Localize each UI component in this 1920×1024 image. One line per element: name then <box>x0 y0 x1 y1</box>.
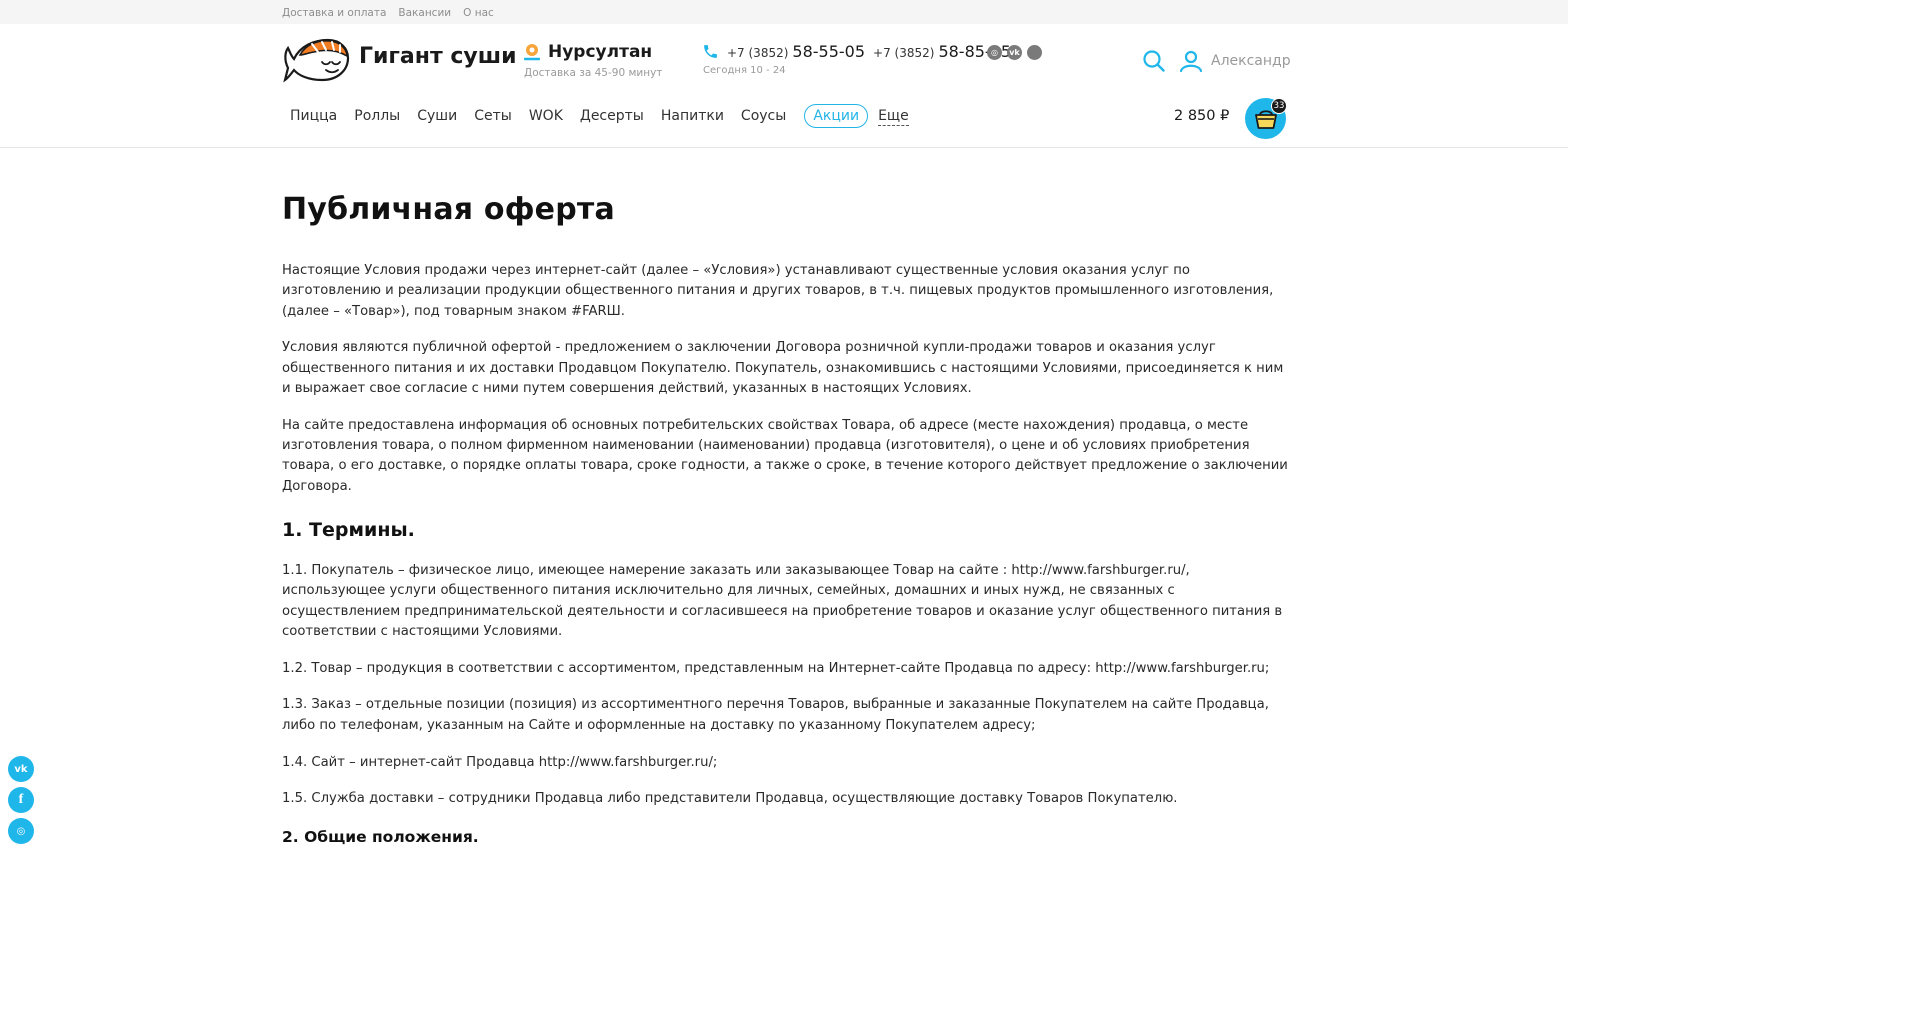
nav-item-sauces[interactable]: Соусы <box>733 105 794 127</box>
user-name: Александр <box>1211 53 1291 69</box>
search-icon[interactable] <box>1142 49 1166 73</box>
top-bar: Доставка и оплата Вакансии О нас <box>0 0 1568 24</box>
top-link-delivery[interactable]: Доставка и оплата <box>282 7 386 19</box>
intro-paragraph-2: Условия являются публичной офертой - пре… <box>282 340 1284 396</box>
nav-item-more[interactable]: Еще <box>878 107 909 126</box>
nav-item-sets[interactable]: Сеты <box>466 105 520 127</box>
phone-block: +7 (3852) 58-55-05 +7 (3852) 58-85-05 Се… <box>702 42 1015 76</box>
user-account[interactable]: Александр <box>1179 49 1291 73</box>
term-1-1: 1.1. Покупатель – физическое лицо, имеющ… <box>282 562 1283 639</box>
cart-count-badge: 33 <box>1271 98 1287 114</box>
vk-icon[interactable]: vk <box>8 756 34 782</box>
phone-1-number[interactable]: 58-55-05 <box>792 42 865 61</box>
nav-item-sushi[interactable]: Суши <box>409 105 465 127</box>
nav-item-rolls[interactable]: Роллы <box>346 105 408 127</box>
term-1-5: 1.5. Служба доставки – сотрудники Продав… <box>282 791 1178 807</box>
section-heading-terms: 1. Термины. <box>282 518 415 541</box>
nav-item-promo[interactable]: Акции <box>804 104 869 128</box>
nav-item-drinks[interactable]: Напитки <box>653 105 732 127</box>
top-links: Доставка и оплата Вакансии О нас <box>282 7 494 19</box>
term-1-3: 1.3. Заказ – отдельные позиции (позиция)… <box>282 697 1269 733</box>
main-content: Публичная оферта Настоящие Условия прода… <box>282 192 1288 846</box>
logo-fish-icon[interactable] <box>282 38 350 84</box>
instagram-icon[interactable]: ◎ <box>8 818 34 844</box>
circle-icon[interactable] <box>1027 45 1042 60</box>
header: Гигант суши Нурсултан Доставка за 45-90 … <box>0 24 1568 148</box>
floating-socials: vk f ◎ <box>8 756 34 844</box>
top-socials: ◎ vk <box>987 45 1042 60</box>
nav-item-desserts[interactable]: Десерты <box>572 105 652 127</box>
brand-name[interactable]: Гигант суши <box>359 44 517 69</box>
term-1-4: 1.4. Сайт – интернет-сайт Продавца http:… <box>282 754 718 770</box>
location-pin-icon <box>524 44 540 61</box>
nav-item-wok[interactable]: WOK <box>521 105 571 127</box>
nav-item-pizza[interactable]: Пицца <box>282 105 345 127</box>
phone-icon <box>704 45 717 58</box>
main-nav: Пицца Роллы Суши Сеты WOK Десерты Напитк… <box>282 104 910 128</box>
city-name: Нурсултан <box>548 42 653 62</box>
instagram-icon[interactable]: ◎ <box>987 45 1002 60</box>
delivery-time: Доставка за 45-90 минут <box>524 67 663 79</box>
term-1-2: 1.2. Товар – продукция в соответствии с … <box>282 660 1270 676</box>
working-hours: Сегодня 10 - 24 <box>703 65 786 76</box>
user-icon <box>1179 50 1203 73</box>
phone-1-prefix[interactable]: +7 (3852) <box>727 46 788 60</box>
intro-paragraph-1: Настоящие Условия продажи через интернет… <box>282 263 1274 319</box>
phone-2-prefix[interactable]: +7 (3852) <box>873 46 934 60</box>
top-link-about[interactable]: О нас <box>463 7 494 19</box>
cart-total[interactable]: 2 850 ₽ <box>1174 108 1229 124</box>
facebook-icon[interactable]: f <box>8 787 34 813</box>
city-selector[interactable]: Нурсултан Доставка за 45-90 минут <box>524 42 662 79</box>
page-title: Публичная оферта <box>282 192 615 227</box>
vk-icon[interactable]: vk <box>1007 45 1022 60</box>
top-link-vacancies[interactable]: Вакансии <box>398 7 451 19</box>
section-heading-general: 2. Общие положения. <box>282 827 479 846</box>
intro-paragraph-3: На сайте предоставлена информация об осн… <box>282 417 1288 494</box>
